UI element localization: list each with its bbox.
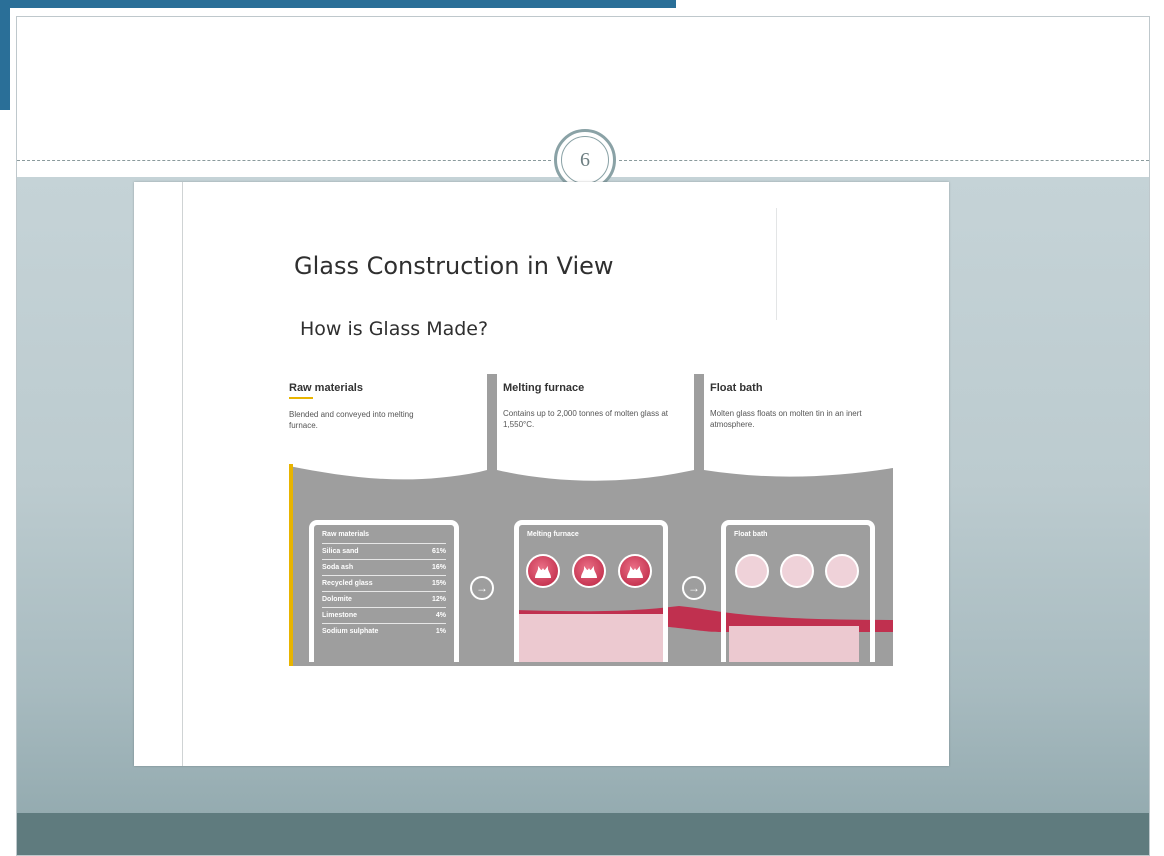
stage-underline — [289, 397, 313, 399]
panel-title: Raw materials — [322, 531, 370, 538]
table-row: Recycled glass 15% — [322, 575, 446, 591]
stage-description: Contains up to 2,000 tonnes of molten gl… — [503, 409, 668, 429]
header-divider-left — [17, 160, 551, 161]
table-row: Sodium sulphate 1% — [322, 623, 446, 639]
stage-float-bath: Float bath Molten glass floats on molten… — [710, 382, 890, 430]
document-title: Glass Construction in View — [294, 252, 614, 280]
glass-bubble-icon — [780, 554, 814, 588]
material-percent: 12% — [431, 596, 446, 603]
table-row: Limestone 4% — [322, 607, 446, 623]
next-stage-arrow-2: → — [682, 576, 706, 600]
arrow-right-icon: → — [476, 581, 488, 595]
material-name: Limestone — [322, 612, 358, 619]
table-row: Dolomite 12% — [322, 591, 446, 607]
stage-raw-materials: Raw materials Blended and conveyed into … — [289, 382, 469, 431]
material-name: Recycled glass — [322, 580, 373, 587]
stage-description: Molten glass floats on molten tin in an … — [710, 409, 862, 429]
page-fold-line — [776, 208, 777, 320]
embedded-document-page: Glass Construction in View How is Glass … — [134, 182, 949, 766]
material-name: Silica sand — [322, 548, 359, 555]
melting-furnace-panel: Melting furnace — [514, 520, 668, 662]
next-stage-arrow-1: → — [470, 576, 494, 600]
arrow-right-icon: → — [688, 581, 700, 595]
raw-materials-table: Silica sand 61% Soda ash 16% Recycled glas… — [322, 543, 446, 639]
stage-description: Blended and conveyed into melting furnac… — [289, 410, 414, 430]
stage-title: Float bath — [710, 382, 763, 394]
glass-process-diagram: Raw materials Blended and conveyed into … — [289, 374, 893, 666]
raw-materials-panel: Raw materials Silica sand 61% Soda ash 16%… — [309, 520, 459, 662]
header-divider-right — [619, 160, 1149, 161]
table-row: Soda ash 16% — [322, 559, 446, 575]
material-percent: 61% — [431, 548, 446, 555]
material-percent: 16% — [431, 564, 446, 571]
glass-bubble-icon — [825, 554, 859, 588]
table-row: Silica sand 61% — [322, 543, 446, 559]
top-accent-bar — [0, 0, 676, 8]
glass-bubble-icon — [735, 554, 769, 588]
material-name: Dolomite — [322, 596, 352, 603]
flame-icon — [572, 554, 606, 588]
material-name: Soda ash — [322, 564, 354, 571]
stage-title: Melting furnace — [503, 382, 585, 394]
slide-footer — [17, 813, 1149, 855]
flame-icon — [618, 554, 652, 588]
panel-title: Melting furnace — [527, 531, 579, 538]
left-accent-bar — [0, 0, 10, 110]
material-percent: 15% — [431, 580, 446, 587]
document-subtitle: How is Glass Made? — [300, 318, 489, 340]
panel-title: Float bath — [734, 531, 768, 538]
stage-title: Raw materials — [289, 382, 363, 394]
slide-number: 6 — [561, 136, 609, 184]
material-percent: 1% — [435, 628, 446, 635]
flame-icon — [526, 554, 560, 588]
stage-melting-furnace: Melting furnace Contains up to 2,000 ton… — [503, 382, 683, 430]
material-percent: 4% — [435, 612, 446, 619]
material-name: Sodium sulphate — [322, 628, 379, 635]
page-margin-line — [182, 182, 183, 766]
float-bath-panel: Float bath — [721, 520, 875, 662]
